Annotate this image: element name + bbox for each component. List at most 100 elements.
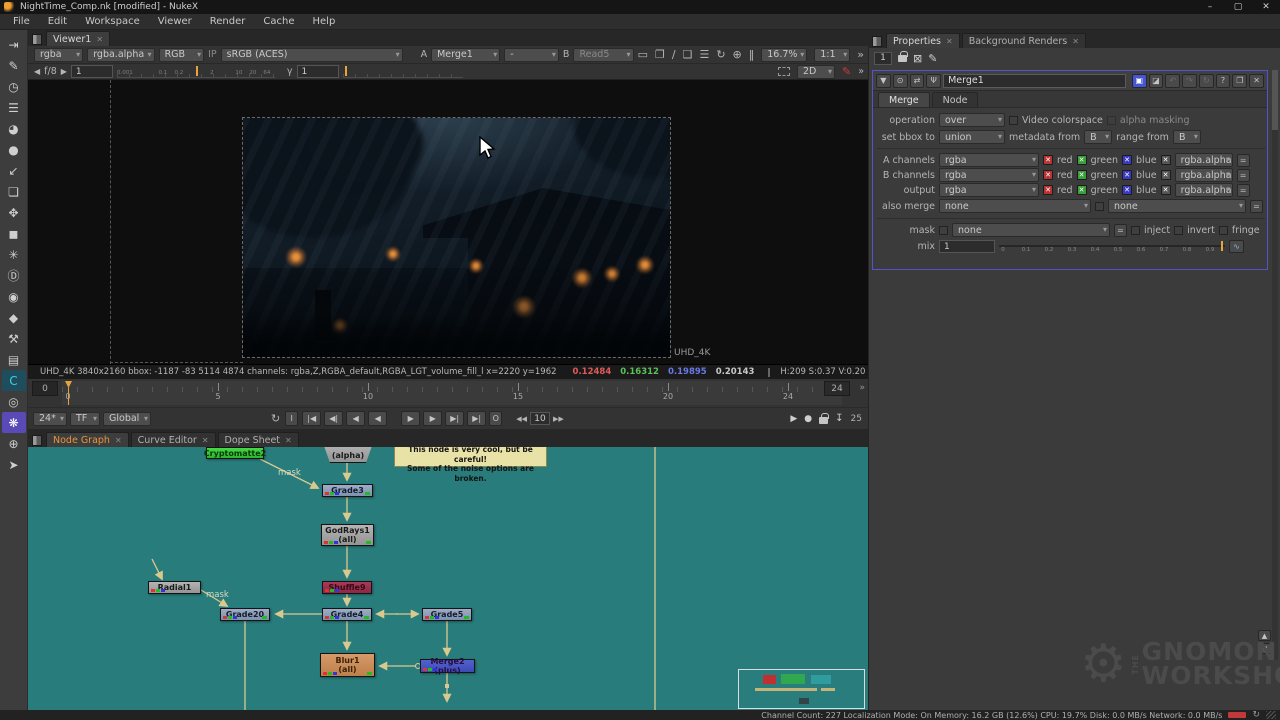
range-out-label[interactable]: 25 <box>851 414 862 424</box>
tab-properties[interactable]: Properties✕ <box>886 33 960 48</box>
monitor-out-icon[interactable]: ▭ <box>638 48 648 61</box>
ab-blend-select[interactable]: - <box>504 48 559 62</box>
close-icon[interactable]: ✕ <box>96 35 103 44</box>
timeline-ruler[interactable]: 0 5 10 15 20 24 <box>62 381 842 405</box>
b-alpha-channel-select[interactable]: rgba.alpha <box>1175 168 1233 182</box>
b-red-checkbox[interactable]: ✕ <box>1043 170 1053 180</box>
node-blur1[interactable]: Blur1(all) <box>320 653 375 677</box>
layer-select[interactable]: rgba <box>34 48 83 62</box>
range-from-select[interactable]: B <box>1173 130 1201 144</box>
clear-panels-icon[interactable]: ⊠ <box>913 52 922 65</box>
tab-background-renders[interactable]: Background Renders✕ <box>962 33 1086 48</box>
lock-panels-icon[interactable] <box>898 55 907 62</box>
video-colorspace-checkbox[interactable] <box>1009 116 1018 125</box>
merge-icon[interactable]: ❏ <box>2 181 26 202</box>
output-green-checkbox[interactable]: ✕ <box>1077 185 1087 195</box>
color-icon[interactable]: ◕ <box>2 118 26 139</box>
step-forward-icon[interactable]: ▶▶ <box>553 415 564 423</box>
step-back-icon[interactable]: ◀◀ <box>516 415 527 423</box>
node-grade3[interactable]: Grade3 <box>322 484 373 497</box>
float-panel-icon[interactable]: ❐ <box>1232 74 1247 88</box>
fringe-checkbox[interactable] <box>1219 226 1228 235</box>
prev-keyframe-button[interactable]: ◀| <box>324 411 343 426</box>
deep-icon[interactable]: Ⓓ <box>2 265 26 286</box>
help-button[interactable]: ? <box>1216 74 1231 88</box>
alpha-select[interactable]: rgba.alpha <box>87 48 154 62</box>
goto-start-button[interactable]: |◀ <box>302 411 321 426</box>
roi-box-icon[interactable] <box>778 67 790 76</box>
views-icon[interactable]: ◉ <box>2 286 26 307</box>
metadata-from-select[interactable]: B <box>1084 130 1112 144</box>
collapse-panel-icon[interactable]: ▼ <box>876 74 891 88</box>
collapse-chevron-icon[interactable]: » <box>857 48 864 61</box>
also-merge-link-button[interactable]: = <box>1250 200 1263 213</box>
gain-input[interactable]: 1 <box>71 65 113 78</box>
close-icon[interactable]: ✕ <box>1072 37 1079 46</box>
pane-icon[interactable] <box>872 36 882 47</box>
b-link-button[interactable]: = <box>1237 169 1250 182</box>
b-channels-select[interactable]: rgba <box>939 168 1039 182</box>
node-alpha-dot[interactable]: (alpha) <box>323 447 373 463</box>
pause-icon[interactable]: ‖ <box>749 48 755 61</box>
output-red-checkbox[interactable]: ✕ <box>1043 185 1053 195</box>
output-link-button[interactable]: = <box>1237 184 1250 197</box>
node-grade5[interactable]: Grade5 <box>422 608 472 621</box>
node-radial1[interactable]: Radial1 <box>148 581 201 594</box>
close-icon[interactable]: ✕ <box>285 436 292 445</box>
refresh-icon[interactable]: ↻ <box>716 48 725 61</box>
tab-curve-editor[interactable]: Curve Editor✕ <box>131 432 216 447</box>
node-graph-canvas[interactable]: Cryptomatte2 (alpha) This node is very c… <box>28 447 868 710</box>
a-channels-select[interactable]: rgba <box>939 153 1039 167</box>
composite-icon[interactable]: ☰ <box>699 48 709 61</box>
step-back-button[interactable]: ◀ <box>368 411 387 426</box>
frame-cycle-button[interactable]: O <box>489 411 502 426</box>
redo-icon[interactable]: ↷ <box>1182 74 1197 88</box>
close-icon[interactable]: ✕ <box>946 37 953 46</box>
curve-button[interactable]: ∿ <box>1229 240 1244 253</box>
current-frame-field[interactable]: 0 <box>32 381 58 396</box>
display-channel-select[interactable]: RGB <box>159 48 205 62</box>
pane-icon[interactable] <box>32 34 42 45</box>
cattery-icon[interactable]: C <box>2 370 26 391</box>
next-keyframe-button[interactable]: ▶| <box>445 411 464 426</box>
node-godrays1[interactable]: GodRays1(all) <box>321 524 374 546</box>
output-alpha-channel-select[interactable]: rgba.alpha <box>1175 183 1233 197</box>
alpha-masking-checkbox[interactable] <box>1107 116 1116 125</box>
tab-node[interactable]: Node <box>932 92 979 107</box>
b-blue-checkbox[interactable]: ✕ <box>1122 170 1132 180</box>
record-icon[interactable]: ● <box>804 414 812 424</box>
flipbook-icon[interactable]: ▶ <box>790 414 797 424</box>
metadata-icon[interactable]: ◆ <box>2 307 26 328</box>
plugins-icon[interactable]: ◎ <box>2 391 26 412</box>
close-panel-icon[interactable]: ✕ <box>1249 74 1264 88</box>
bw-picker-icon[interactable]: ◪ <box>1149 74 1164 88</box>
colorspace-select[interactable]: sRGB (ACES) <box>221 48 403 62</box>
node-merge2[interactable]: Merge2 (plus) <box>420 659 475 673</box>
node-cryptomatte2[interactable]: Cryptomatte2 <box>206 447 264 459</box>
tab-viewer1[interactable]: Viewer1✕ <box>46 31 110 46</box>
a-link-button[interactable]: = <box>1237 154 1250 167</box>
view-mode-select[interactable]: 2D <box>797 65 835 79</box>
edit-icon[interactable]: ✎ <box>928 52 937 65</box>
loop-mode-icon[interactable]: ↻ <box>271 412 280 425</box>
a-alpha-checkbox[interactable]: ✕ <box>1161 155 1171 165</box>
next-icon[interactable]: ▶ <box>61 67 67 76</box>
frame-increment-field[interactable]: 10 <box>530 412 550 425</box>
invert-checkbox[interactable] <box>1174 226 1183 235</box>
lock-icon[interactable] <box>819 417 828 424</box>
image-icon[interactable]: ⇥ <box>2 34 26 55</box>
wipe-icon[interactable]: ∕ <box>672 48 676 61</box>
inject-checkbox[interactable] <box>1131 226 1140 235</box>
bbox-select[interactable]: union <box>939 130 1005 144</box>
close-icon[interactable]: ✕ <box>115 436 122 445</box>
a-green-checkbox[interactable]: ✕ <box>1077 155 1087 165</box>
collapse-chevron-icon[interactable]: » <box>859 383 865 393</box>
node-name-field[interactable]: Merge1 <box>943 74 1126 88</box>
b-green-checkbox[interactable]: ✕ <box>1077 170 1087 180</box>
sparkles-icon[interactable]: ❋ <box>2 412 26 433</box>
node-shuffle9[interactable]: Shuffle9 <box>322 581 372 594</box>
sticky-note[interactable]: This node is very cool, but be careful! … <box>394 447 547 467</box>
paint-icon[interactable]: ➤ <box>2 454 26 475</box>
tab-merge[interactable]: Merge <box>878 92 930 107</box>
proxy-ratio-select[interactable]: 1:1 <box>814 48 850 62</box>
